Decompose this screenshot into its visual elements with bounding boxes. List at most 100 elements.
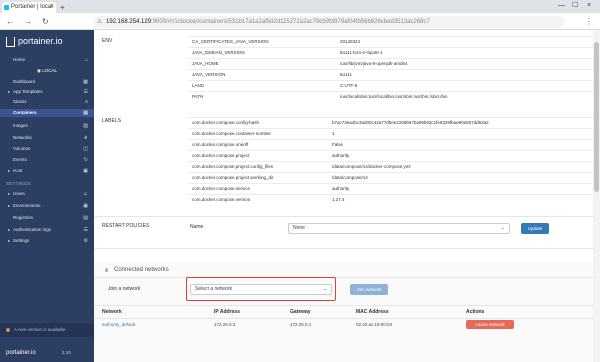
sidebar-item-host[interactable]: ▸ Host ▣ xyxy=(0,167,94,175)
insecure-lock-icon: ⚠ xyxy=(97,19,103,25)
table-row: CA_CERTIFICATES_JAVA_VERSION 20140324 xyxy=(188,36,596,46)
sidebar-item-label: Containers xyxy=(13,110,37,115)
logs-icon: ☰ xyxy=(83,227,88,233)
sidebar-item-volumes[interactable]: Volumes ◫ xyxy=(0,145,94,153)
table-row: com.docker.compose.service authority xyxy=(188,183,596,193)
sidebar-item-home[interactable]: Home ⌂ xyxy=(0,56,94,64)
tab-close-icon[interactable]: × xyxy=(50,2,54,13)
sidebar-item-app-templates[interactable]: ▸ App Templates ☰ xyxy=(0,88,94,96)
panel-divider xyxy=(94,305,594,306)
leave-network-button[interactable]: Leave network xyxy=(466,320,514,329)
network-select-placeholder: Select a network xyxy=(195,286,232,292)
sidebar-item-label: Host xyxy=(13,168,23,173)
sidebar-item-containers[interactable]: Containers ▤ xyxy=(0,109,94,117)
reload-icon[interactable]: ↻ xyxy=(42,16,49,27)
sidebar-item-stacks[interactable]: Stacks ≡ xyxy=(0,98,94,106)
sidebar-item-authentication-logs[interactable]: ▸ Authentication logs ☰ xyxy=(0,226,94,234)
forward-arrow-icon[interactable]: → xyxy=(24,16,32,27)
panel-divider xyxy=(94,277,594,278)
expand-caret-icon: ▸ xyxy=(8,227,11,232)
dashboard-icon: ▦ xyxy=(83,79,88,85)
sidebar-item-registries[interactable]: Registries ▤ xyxy=(0,214,94,222)
portainer-favicon-icon xyxy=(4,5,9,10)
join-network-button[interactable]: Join network xyxy=(350,284,388,295)
env-key: CA_CERTIFICATES_JAVA_VERSION xyxy=(192,39,269,44)
join-network-label: Join a network xyxy=(108,286,141,292)
sidebar-item-users[interactable]: ▸ Users ☺ xyxy=(0,190,94,198)
sidebar-item-label: App Templates xyxy=(13,89,43,94)
containers-icon: ▤ xyxy=(83,110,88,116)
table-row: com.docker.compose.config-hash b7ac73ea4… xyxy=(188,117,596,127)
browser-tabbar: Portainer | local × + — ☐ × xyxy=(0,0,600,13)
expand-caret-icon: ▸ xyxy=(8,238,11,243)
table-row: com.docker.compose.project.working_dir /… xyxy=(188,172,596,182)
stacks-icon: ≡ xyxy=(85,99,88,105)
settings-section-header: SETTINGS xyxy=(6,181,31,186)
update-button[interactable]: Update xyxy=(521,223,549,234)
sidebar-item-label: Registries xyxy=(13,215,34,220)
table-row: com.docker.compose.project.config_files … xyxy=(188,161,596,171)
sidebar-item-networks[interactable]: Networks ⋔ xyxy=(0,134,94,142)
sidebar-item-images[interactable]: Images ▧ xyxy=(0,122,94,130)
update-notice[interactable]: A new version is available xyxy=(0,323,94,337)
col-mac-address[interactable]: MAC Address xyxy=(356,309,389,315)
sidebar-item-settings[interactable]: ▸ Settings ⚙ xyxy=(0,237,94,245)
networks-icon: ⋔ xyxy=(83,135,88,141)
col-network[interactable]: Network xyxy=(102,309,122,315)
scrollbar-thumb[interactable] xyxy=(594,42,599,192)
mac-address-value: 02:42:ac:19:00:03 xyxy=(356,322,393,327)
users-icon: ☺ xyxy=(82,191,88,197)
sidebar: portainer.io Home ⌂ ◉ LOCAL Dashboard ▦ … xyxy=(0,30,94,362)
maximize-icon[interactable]: ☐ xyxy=(572,1,578,11)
network-select[interactable]: Select a network ⌄ xyxy=(190,284,332,295)
env-label: ENV xyxy=(102,38,113,44)
network-name-link[interactable]: authority_default xyxy=(102,322,135,327)
sidebar-item-dashboard[interactable]: Dashboard ▦ xyxy=(0,78,94,86)
table-row: PATH /usr/local/sbin:/usr/local/bin:/usr… xyxy=(188,91,596,101)
address-bar[interactable]: ⚠ 192.168.254.129:9000/#!/1/docker/conta… xyxy=(94,16,564,28)
label-value: /data/compose/14/docker-compose.yml xyxy=(332,164,411,169)
table-row: com.docker.compose.version 1.27.4 xyxy=(188,194,596,204)
env-key: LANG xyxy=(192,83,205,88)
table-row: com.docker.compose.oneoff False xyxy=(188,139,596,149)
label-key: com.docker.compose.config-hash xyxy=(192,120,260,125)
env-value: C.UTF-8 xyxy=(340,83,358,88)
sidebar-logo[interactable]: portainer.io xyxy=(18,36,63,46)
back-arrow-icon[interactable]: ← xyxy=(6,16,14,27)
sidebar-item-label: Users xyxy=(13,191,25,196)
sidebar-item-environments[interactable]: ▸ Environments ▣ xyxy=(0,202,94,210)
browser-tab[interactable]: Portainer | local × xyxy=(2,2,56,13)
gateway-value: 172.25.0.1 xyxy=(290,322,312,327)
window-close-icon[interactable]: × xyxy=(587,1,591,11)
label-key: com.docker.compose.project.working_dir xyxy=(192,175,274,180)
env-key: JAVA_DEBIAN_VERSION xyxy=(192,50,245,55)
sidebar-item-label: Images xyxy=(13,123,28,128)
new-tab-icon[interactable]: + xyxy=(60,2,65,13)
table-row: com.docker.compose.project authority xyxy=(188,150,596,160)
env-value: 20140324 xyxy=(340,39,361,44)
ip-address-value: 172.25.0.3 xyxy=(214,322,236,327)
sidebar-item-label: Environments xyxy=(13,203,41,208)
env-value: 8u111-b14-2~bpo8+1 xyxy=(340,50,383,55)
env-key: JAVA_HOME xyxy=(192,61,219,66)
restart-policy-select[interactable]: None ⌄ xyxy=(288,223,510,234)
browser-menu-icon[interactable]: ⋮ xyxy=(585,16,593,27)
url-host: 192.168.254.129 xyxy=(106,19,152,25)
col-gateway[interactable]: Gateway xyxy=(290,309,311,315)
label-value: False xyxy=(332,142,344,147)
col-ip-address[interactable]: IP Address xyxy=(214,309,240,315)
label-value: authority xyxy=(332,153,350,158)
minimize-icon[interactable]: — xyxy=(558,1,565,11)
env-key: JAVA_VERSION xyxy=(192,72,226,77)
label-value: 1 xyxy=(332,131,335,136)
events-icon: ↻ xyxy=(83,157,88,163)
home-icon: ⌂ xyxy=(84,57,88,63)
col-actions: Actions xyxy=(466,309,485,315)
section-divider xyxy=(94,248,594,249)
label-key: com.docker.compose.project xyxy=(192,153,250,158)
gear-icon: ⚙ xyxy=(83,238,88,244)
restart-policies-label: RESTART POLICIES xyxy=(102,223,150,229)
sidebar-item-events[interactable]: Events ↻ xyxy=(0,156,94,164)
label-value: authority xyxy=(332,186,350,191)
section-divider xyxy=(94,216,594,217)
